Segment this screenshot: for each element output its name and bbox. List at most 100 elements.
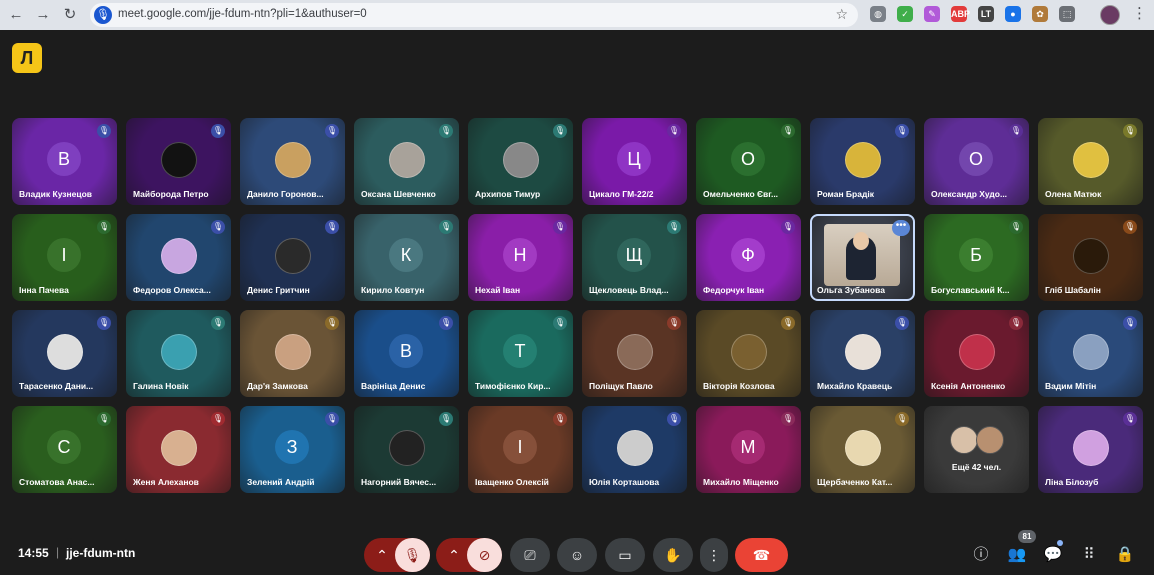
mic-muted-icon: 🎙 bbox=[1009, 220, 1023, 234]
participant-tile[interactable]: 🎙 Поліщук Павло bbox=[582, 310, 687, 397]
globe-icon[interactable]: ◍ bbox=[870, 6, 886, 22]
participant-tile[interactable]: 🎙 Щербаченко Кат... bbox=[810, 406, 915, 493]
participant-avatar bbox=[389, 430, 425, 466]
more-participants-label: Ещё 42 чел. bbox=[951, 462, 1002, 472]
audio-options-chevron-icon[interactable]: ⌃ bbox=[372, 538, 392, 572]
lt-extension-icon[interactable]: LT bbox=[978, 6, 994, 22]
mic-muted-icon: 🎙 bbox=[781, 220, 795, 234]
mic-muted-icon: 🎙 bbox=[553, 412, 567, 426]
participant-avatar: Щ bbox=[617, 238, 651, 272]
participant-tile[interactable]: 🎙 Оксана Шевченко bbox=[354, 118, 459, 205]
participant-tile[interactable]: І 🎙 Іващенко Олексій bbox=[468, 406, 573, 493]
participant-tile[interactable]: Ц 🎙 Цикало ГМ-22/2 bbox=[582, 118, 687, 205]
participant-name: Архипов Тимур bbox=[475, 189, 541, 199]
participant-tile[interactable]: С 🎙 Стоматова Анас... bbox=[12, 406, 117, 493]
captions-button[interactable]: ▭ bbox=[605, 538, 645, 572]
mic-muted-icon: 🎙 bbox=[97, 412, 111, 426]
participant-tile[interactable]: 🎙 Гліб Шабалін bbox=[1038, 214, 1143, 301]
participant-tile[interactable]: 🎙 Ксенія Антоненко bbox=[924, 310, 1029, 397]
people-icon[interactable]: 👥 bbox=[1006, 544, 1028, 566]
mic-muted-icon: 🎙 bbox=[211, 220, 225, 234]
participant-tile[interactable]: Ф 🎙 Федорчук Іван bbox=[696, 214, 801, 301]
participant-tile[interactable]: 🎙 Роман Брадік bbox=[810, 118, 915, 205]
mic-muted-icon: 🎙 bbox=[1009, 124, 1023, 138]
participant-tile[interactable]: 🎙 Женя Алеханов bbox=[126, 406, 231, 493]
participant-avatar bbox=[389, 142, 425, 178]
participant-tile[interactable]: М 🎙 Михайло Міщенко bbox=[696, 406, 801, 493]
mic-muted-icon: 🎙 bbox=[211, 412, 225, 426]
more-participants-preview: Ещё 42 чел. bbox=[924, 406, 1029, 493]
participant-tile[interactable]: О 🎙 Омельченко Євг... bbox=[696, 118, 801, 205]
participant-name: Данило Горонов... bbox=[247, 189, 324, 199]
video-options-chevron-icon[interactable]: ⌃ bbox=[444, 538, 464, 572]
participant-tile[interactable]: 🎙 Галина Новік bbox=[126, 310, 231, 397]
mic-muted-icon: 🎙 bbox=[325, 316, 339, 330]
puzzle-extensions-icon[interactable]: ⬚ bbox=[1059, 6, 1075, 22]
tile-options-icon[interactable]: ••• bbox=[892, 220, 910, 236]
participant-tile[interactable]: 🎙 Вікторія Козлова bbox=[696, 310, 801, 397]
address-bar[interactable]: 🎙 meet.google.com/jje-fdum-ntn?pli=1&aut… bbox=[90, 3, 858, 27]
more-participants-tile[interactable]: Ещё 42 чел. bbox=[924, 406, 1029, 493]
present-screen-button[interactable]: ⎚ bbox=[510, 538, 550, 572]
mic-muted-icon: 🎙 bbox=[97, 220, 111, 234]
mic-muted-icon: 🎙 bbox=[211, 124, 225, 138]
site-info-icon[interactable]: 🎙 bbox=[94, 6, 112, 24]
participant-avatar bbox=[275, 334, 311, 370]
participant-avatar: З bbox=[275, 430, 309, 464]
leave-call-button[interactable]: ☎ bbox=[735, 538, 788, 572]
participant-tile[interactable]: О 🎙 Олександр Худо... bbox=[924, 118, 1029, 205]
participant-tile[interactable]: 🎙 Михайло Кравець bbox=[810, 310, 915, 397]
participant-tile[interactable]: І 🎙 Інна Пачева bbox=[12, 214, 117, 301]
participant-tile[interactable]: Б 🎙 Богуславський К... bbox=[924, 214, 1029, 301]
participant-avatar bbox=[47, 334, 83, 370]
participant-tile[interactable]: 🎙 Тарасенко Дани... bbox=[12, 310, 117, 397]
participant-tile[interactable]: 🎙 Денис Гритчин bbox=[240, 214, 345, 301]
participant-tile[interactable]: 🎙 Ліна Білозуб bbox=[1038, 406, 1143, 493]
participant-tile[interactable]: 🎙 Архипов Тимур bbox=[468, 118, 573, 205]
mic-muted-icon: 🎙 bbox=[439, 124, 453, 138]
participant-tile[interactable]: З 🎙 Зелений Андрій bbox=[240, 406, 345, 493]
participant-tile[interactable]: 🎙 Майборода Петро bbox=[126, 118, 231, 205]
forward-icon[interactable]: → bbox=[33, 5, 53, 25]
participant-tile[interactable]: 🎙 Олена Матюк bbox=[1038, 118, 1143, 205]
participant-tile[interactable]: 🎙 Юлія Корташова bbox=[582, 406, 687, 493]
back-icon[interactable]: ← bbox=[6, 5, 26, 25]
participant-tile[interactable]: В 🎙 Владик Кузнецов bbox=[12, 118, 117, 205]
participant-tile[interactable]: 🎙 Нагорний Вячес... bbox=[354, 406, 459, 493]
participants-grid: В 🎙 Владик Кузнецов 🎙 Майборода Петро 🎙 Данило… bbox=[12, 118, 1143, 494]
host-controls-icon[interactable]: 🔒 bbox=[1114, 544, 1136, 566]
participant-name: Стоматова Анас... bbox=[19, 477, 95, 487]
emoji-reactions-button[interactable]: ☺ bbox=[557, 538, 597, 572]
participant-tile[interactable]: ••• Ольга Зубанова bbox=[810, 214, 915, 301]
participant-tile[interactable]: 🎙 Федоров Олекса... bbox=[126, 214, 231, 301]
owl-extension-icon[interactable]: ✿ bbox=[1032, 6, 1048, 22]
meeting-info-icon[interactable]: ⓘ bbox=[970, 544, 992, 566]
more-options-button[interactable]: ⋮ bbox=[700, 538, 728, 572]
bookmark-star-icon[interactable]: ☆ bbox=[835, 6, 848, 23]
participant-tile[interactable]: Н 🎙 Нехай Іван bbox=[468, 214, 573, 301]
mic-off-button[interactable]: 🎙 bbox=[395, 538, 430, 572]
participant-tile[interactable]: Щ 🎙 Щекловець Влад... bbox=[582, 214, 687, 301]
participant-name: Інна Пачева bbox=[19, 285, 69, 295]
pen-extension-icon[interactable]: ✎ bbox=[924, 6, 940, 22]
chat-icon[interactable]: 💬 bbox=[1042, 544, 1064, 566]
participant-tile[interactable]: 🎙 Вадим Мітін bbox=[1038, 310, 1143, 397]
reload-icon[interactable]: ↻ bbox=[60, 5, 80, 25]
participant-tile[interactable]: 🎙 Данило Горонов... bbox=[240, 118, 345, 205]
adblock-extension-icon[interactable]: ABP bbox=[951, 6, 970, 22]
camera-off-button[interactable]: ⊘ bbox=[467, 538, 502, 572]
activities-icon[interactable]: ⠿ bbox=[1078, 544, 1100, 566]
participant-tile[interactable]: 🎙 Дар'я Замкова bbox=[240, 310, 345, 397]
raise-hand-button[interactable]: ✋ bbox=[653, 538, 693, 572]
participant-tile[interactable]: К 🎙 Кирило Ковтун bbox=[354, 214, 459, 301]
mic-muted-icon: 🎙 bbox=[553, 124, 567, 138]
participant-name: Ліна Білозуб bbox=[1045, 477, 1099, 487]
mic-muted-icon: 🎙 bbox=[781, 124, 795, 138]
participant-tile[interactable]: В 🎙 Варініца Денис bbox=[354, 310, 459, 397]
mic-muted-icon: 🎙 bbox=[325, 412, 339, 426]
browser-menu-icon[interactable]: ⋮ bbox=[1132, 4, 1147, 22]
blue-dot-extension-icon[interactable]: ● bbox=[1005, 6, 1021, 22]
profile-avatar[interactable] bbox=[1100, 5, 1120, 25]
participant-tile[interactable]: Т 🎙 Тимофієнко Кир... bbox=[468, 310, 573, 397]
shield-extension-icon[interactable]: ✓ bbox=[897, 6, 913, 22]
